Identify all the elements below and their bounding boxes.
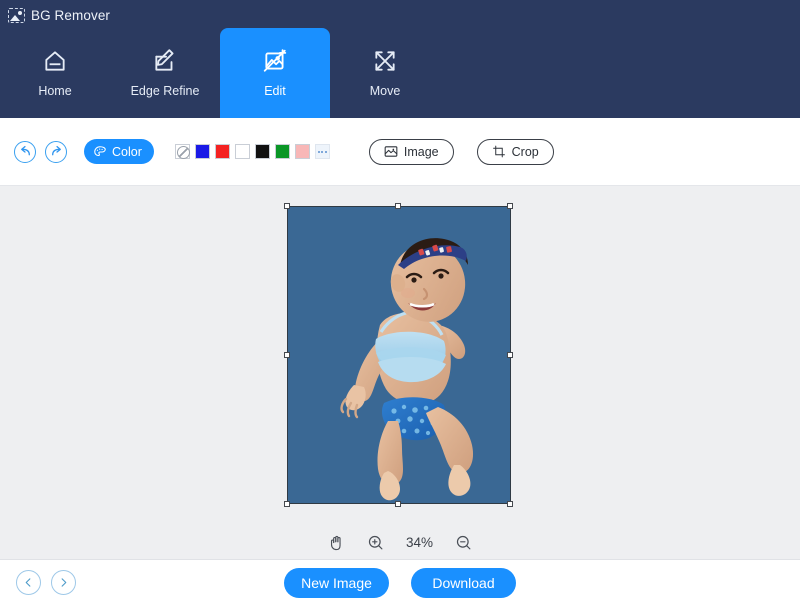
move-arrows-icon [372, 48, 398, 74]
crop-button-label: Crop [511, 144, 539, 159]
app-footer: New Image Download [0, 560, 800, 606]
selection-handle-bottom-center[interactable] [395, 501, 401, 507]
zoom-out-button[interactable] [455, 534, 472, 551]
selection-handle-top-right[interactable] [507, 203, 513, 209]
footer-actions: New Image Download [0, 568, 800, 598]
color-button[interactable]: Color [84, 139, 154, 164]
bg-remover-app: BG Remover Home Edge Refine Edit Move Co… [0, 0, 800, 606]
image-button-label: Image [403, 144, 439, 159]
selection-handle-bottom-right[interactable] [507, 501, 513, 507]
zoom-controls: 34% [0, 534, 800, 551]
undo-arrow-icon [19, 145, 32, 158]
zoom-in-icon [367, 534, 384, 551]
nav-item-move[interactable]: Move [330, 28, 440, 118]
undo-button[interactable] [14, 140, 36, 163]
swatch-red[interactable] [214, 144, 230, 159]
zoom-in-button[interactable] [367, 534, 384, 551]
home-icon [42, 48, 68, 74]
nav-label-edit: Edit [264, 84, 286, 98]
palette-icon [93, 145, 107, 159]
canvas-area[interactable]: 34% [0, 186, 800, 560]
zoom-out-icon [455, 534, 472, 551]
swatch-pink[interactable] [294, 144, 310, 159]
edit-square-icon [152, 48, 178, 74]
selection-handle-bottom-left[interactable] [284, 501, 290, 507]
color-button-label: Color [112, 144, 142, 159]
image-dashed-icon [8, 7, 25, 23]
swatch-white[interactable] [234, 144, 250, 159]
nav-item-edge-refine[interactable]: Edge Refine [110, 28, 220, 118]
subject-photo [288, 207, 510, 503]
selection-handle-middle-right[interactable] [507, 352, 513, 358]
app-title: BG Remover [31, 7, 111, 23]
image-edit-icon [262, 48, 288, 74]
hand-tool-button[interactable] [328, 534, 345, 551]
nav-item-home[interactable]: Home [0, 28, 110, 118]
picture-icon [384, 145, 398, 158]
image-artboard[interactable] [287, 206, 511, 504]
image-button[interactable]: Image [368, 138, 454, 165]
nav-label-home: Home [38, 84, 72, 98]
swatch-more-button[interactable] [314, 144, 330, 159]
swatch-blue[interactable] [194, 144, 210, 159]
swatch-transparent[interactable] [174, 144, 190, 159]
selection-handle-top-center[interactable] [395, 203, 401, 209]
main-nav: Home Edge Refine Edit Move [0, 28, 800, 118]
swatch-black[interactable] [254, 144, 270, 159]
app-brand: BG Remover [8, 4, 110, 26]
edit-toolbar: Color Image Crop [0, 118, 800, 186]
hand-icon [328, 534, 345, 551]
zoom-level-value: 34% [405, 535, 434, 550]
download-button[interactable]: Download [411, 568, 516, 598]
swatch-green[interactable] [274, 144, 290, 159]
nav-item-edit[interactable]: Edit [220, 28, 330, 118]
redo-button[interactable] [45, 140, 67, 163]
redo-arrow-icon [50, 145, 63, 158]
nav-label-edge-refine: Edge Refine [130, 84, 200, 98]
nav-label-move: Move [369, 84, 401, 98]
crop-icon [492, 145, 506, 158]
color-swatches [174, 144, 330, 159]
selection-handle-middle-left[interactable] [284, 352, 290, 358]
app-header: BG Remover Home Edge Refine Edit Move [0, 0, 800, 118]
new-image-button[interactable]: New Image [284, 568, 389, 598]
selection-handle-top-left[interactable] [284, 203, 290, 209]
crop-button[interactable]: Crop [476, 138, 554, 165]
